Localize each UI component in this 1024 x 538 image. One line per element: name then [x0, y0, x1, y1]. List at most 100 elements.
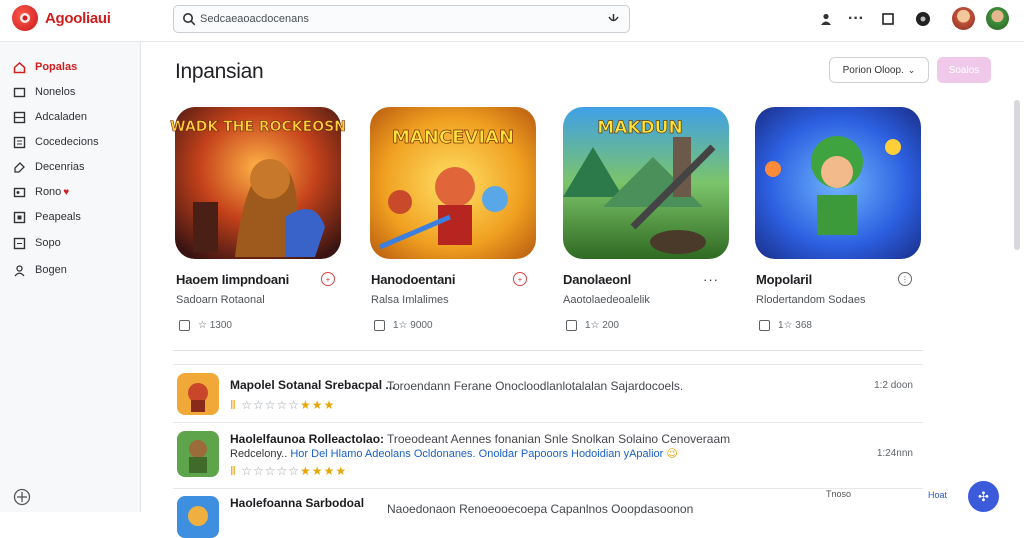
- avatar[interactable]: [952, 7, 975, 30]
- checkbox[interactable]: [759, 320, 770, 331]
- tag-icon: [12, 160, 26, 174]
- sidebar-item-label: Bogen: [35, 264, 67, 276]
- row-title[interactable]: Mapolel Sotanal Srebacpal ...: [230, 378, 395, 392]
- divider: [173, 350, 923, 351]
- card-subtitle: Ralsa Imlalimes: [371, 294, 449, 306]
- row-title[interactable]: Haolelfaunoa Rolleactolao:: [230, 432, 384, 446]
- page-title: Inpansian: [175, 60, 264, 83]
- add-icon: ✣: [978, 488, 989, 504]
- sidebar-item-label: Nonelos: [35, 86, 76, 98]
- sidebar-item-popalas[interactable]: Popalas: [12, 57, 77, 77]
- row-links[interactable]: Redcelony.. Hor Del Hlamo Adeolans Ocldo…: [230, 447, 678, 460]
- checkbox[interactable]: [566, 320, 577, 331]
- row-description: Troeodeant Aennes fonanian Snle Snolkan …: [387, 432, 731, 446]
- sidebar-item-label: Adcaladen: [35, 111, 87, 123]
- card-title[interactable]: Haoem Iimpndoani: [176, 272, 289, 287]
- card-subtitle: Aaotolaedeoalelik: [563, 294, 650, 306]
- box-icon: [12, 85, 26, 99]
- card-rating: 1☆ 368: [778, 320, 812, 331]
- game-card-image[interactable]: [563, 107, 729, 259]
- game-card-image[interactable]: [175, 107, 341, 259]
- sidebar-item-label: Rono: [35, 186, 62, 198]
- record-icon[interactable]: [914, 10, 932, 28]
- row-time: 1:24nnn: [876, 448, 913, 459]
- game-card-image[interactable]: [755, 107, 921, 259]
- checkbox[interactable]: [179, 320, 190, 331]
- sort-label: Porion Oloop.: [842, 64, 904, 76]
- sidebar-item-peapeals[interactable]: Peapeals: [12, 207, 81, 227]
- card-meta: ☆ 1300: [179, 320, 232, 331]
- user-icon: [12, 263, 26, 277]
- list-item[interactable]: Haolelfaunoa Rolleactolao: Troeodeant Ae…: [173, 422, 923, 486]
- card-meta: 1☆ 9000: [374, 320, 433, 331]
- mic-icon[interactable]: [607, 12, 620, 26]
- card-title[interactable]: Mopolaril: [756, 272, 812, 287]
- card-rating: 1☆ 9000: [393, 320, 433, 331]
- grid-icon: [12, 110, 26, 124]
- add-icon[interactable]: +: [513, 272, 527, 286]
- search-bar[interactable]: Sedcaeaoacdocenans: [173, 5, 630, 33]
- card-meta: 1☆ 368: [759, 320, 812, 331]
- sidebar-item-label: Decenrias: [35, 161, 85, 173]
- card-subtitle: Sadoarn Rotaonal: [176, 294, 265, 306]
- game-card-image[interactable]: [370, 107, 536, 259]
- checkbox[interactable]: [374, 320, 385, 331]
- sidebar-item-cocedecions[interactable]: Cocedecions: [12, 132, 99, 152]
- row-link-prefix: Redcelony..: [230, 448, 288, 460]
- sort-dropdown[interactable]: Porion Oloop. ⌄: [829, 57, 929, 83]
- card-rating: ☆ 1300: [198, 320, 232, 331]
- row-description: Naoedonaon Renoeooecoepa Capanlnos Ooopd…: [387, 502, 694, 516]
- row-time: 1:2 doon: [874, 380, 913, 391]
- star-rating: Ⅱ ☆☆☆☆☆★★★: [230, 398, 336, 412]
- game-icon: [177, 431, 219, 477]
- action-button[interactable]: Soalos: [937, 57, 991, 83]
- search-input[interactable]: Sedcaeaoacdocenans: [200, 13, 309, 25]
- snackbar-action[interactable]: Hoat: [928, 490, 947, 500]
- top-bar: Agooliaui Sedcaeaoacdocenans ···: [0, 0, 1024, 42]
- card-title[interactable]: Hanodoentani: [371, 272, 455, 287]
- more-dots-icon[interactable]: ···: [847, 10, 865, 28]
- tag2-icon: [12, 185, 26, 199]
- sidebar: Popalas Nonelos Adcaladen Cocedecions De…: [0, 42, 141, 512]
- list-icon: [12, 135, 26, 149]
- row-description: Toroendann Ferane Onocloodlanlotalalan S…: [387, 379, 684, 393]
- people-icon[interactable]: [817, 10, 835, 28]
- card-meta: 1☆ 200: [566, 320, 619, 331]
- heart-icon: ♥: [63, 186, 70, 198]
- fab-add-button[interactable]: ✣: [968, 481, 999, 512]
- search-icon: [183, 13, 196, 26]
- row-title[interactable]: Haolefoanna Sarbodoal: [230, 496, 364, 510]
- sidebar-item-label: Cocedecions: [35, 136, 99, 148]
- sidebar-item-decenrias[interactable]: Decenrias: [12, 157, 85, 177]
- list-item[interactable]: Mapolel Sotanal Srebacpal ... Toroendann…: [173, 364, 923, 420]
- more-dots-icon[interactable]: ···: [703, 272, 718, 287]
- row-link[interactable]: Hor Del Hlamo Adeolans Ocldonanes. Onold…: [290, 448, 663, 460]
- card-rating: 1☆ 200: [585, 320, 619, 331]
- square-icon[interactable]: [879, 10, 897, 28]
- add-icon[interactable]: +: [321, 272, 335, 286]
- sidebar-item-label: Popalas: [35, 61, 78, 73]
- settings-icon[interactable]: [13, 488, 31, 506]
- scrollbar[interactable]: [1014, 100, 1020, 250]
- chevron-down-icon: ⌄: [907, 64, 916, 75]
- sidebar-item-label: Sopo: [35, 237, 61, 249]
- profile-avatar[interactable]: [986, 7, 1009, 30]
- game-icon: [177, 496, 219, 538]
- sidebar-item-nonelos[interactable]: Nonelos: [12, 82, 75, 102]
- list2-icon: [12, 236, 26, 250]
- sidebar-item-bogen[interactable]: Bogen: [12, 260, 67, 280]
- star-rating: Ⅱ ☆☆☆☆☆★★★★: [230, 464, 348, 478]
- list-item[interactable]: Haolefoanna Sarbodoal Naoedonaon Renoeoo…: [173, 488, 923, 538]
- home-icon: [12, 60, 26, 74]
- game-icon: [177, 373, 219, 415]
- sidebar-item-label: Peapeals: [35, 211, 81, 223]
- more-vert-icon[interactable]: ⋮: [898, 272, 912, 286]
- app-title: Agooliaui: [45, 10, 111, 27]
- snackbar-text: Tnoso: [826, 489, 852, 499]
- sidebar-item-adcaladen[interactable]: Adcaladen: [12, 107, 87, 127]
- sidebar-item-rono[interactable]: Rono ♥: [12, 182, 69, 202]
- card-title[interactable]: Danolaeonl: [563, 272, 631, 287]
- sidebar-item-sopo[interactable]: Sopo: [12, 233, 61, 253]
- card-subtitle: Rlodertandom Sodaes: [756, 294, 866, 306]
- game-logo-icon[interactable]: [12, 5, 38, 31]
